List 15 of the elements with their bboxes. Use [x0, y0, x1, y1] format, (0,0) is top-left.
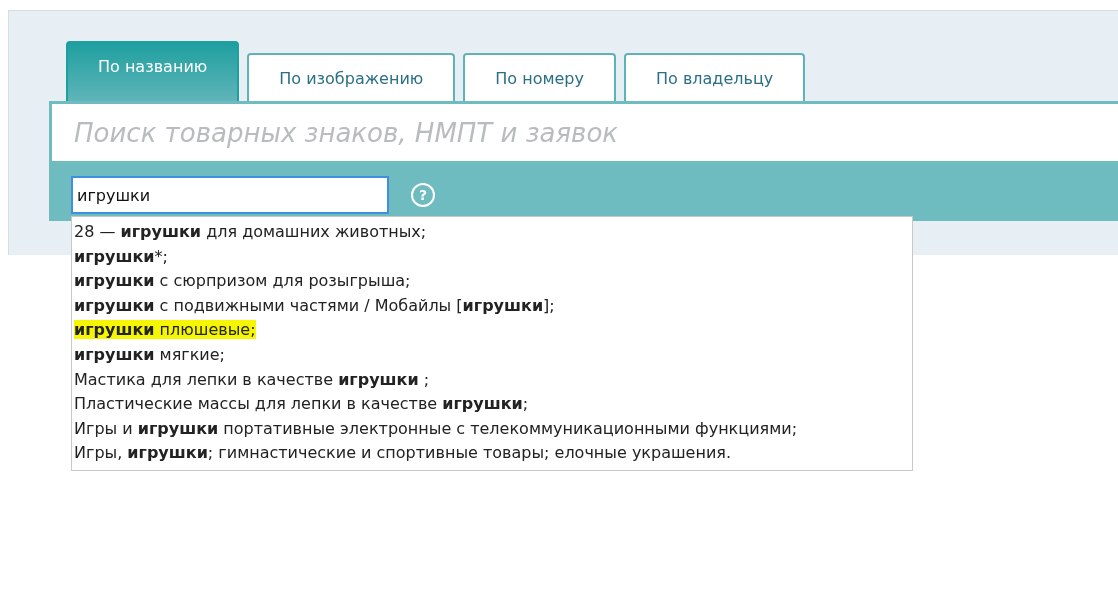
- suggestion-item[interactable]: игрушки с сюрпризом для розыгрыша;: [74, 271, 411, 291]
- suggestion-item[interactable]: игрушки плюшевые;: [74, 320, 256, 340]
- suggestion-item[interactable]: Игры, игрушки; гимнастические и спортивные товары; елочные украшения.: [74, 443, 732, 463]
- suggestion-item[interactable]: 28 — игрушки для домашних животных;: [74, 222, 427, 241]
- search-tab[interactable]: По изображению: [247, 53, 456, 101]
- suggestion-item[interactable]: Игры и игрушки портативные электронные с телекоммуникационными функциями;: [74, 418, 798, 438]
- suggestion-item[interactable]: Мастика для лепки в качестве игрушки ;: [74, 369, 430, 389]
- suggestion-item[interactable]: Пластические массы для лепки в качестве игрушки;: [74, 394, 529, 414]
- suggestion-item[interactable]: игрушки*;: [74, 246, 168, 266]
- search-tab[interactable]: По номеру: [463, 53, 616, 101]
- suggestion-item[interactable]: игрушки мягкие;: [74, 344, 225, 364]
- query-field[interactable]: игрушки: [71, 176, 389, 214]
- suggestion-item[interactable]: игрушки с подвижными частями / Мобайлы [игрушки];: [74, 295, 555, 315]
- search-field[interactable]: Поиск товарных знаков, НМПТ и заявок: [52, 104, 1118, 161]
- search-tab[interactable]: По владельцу: [623, 53, 806, 101]
